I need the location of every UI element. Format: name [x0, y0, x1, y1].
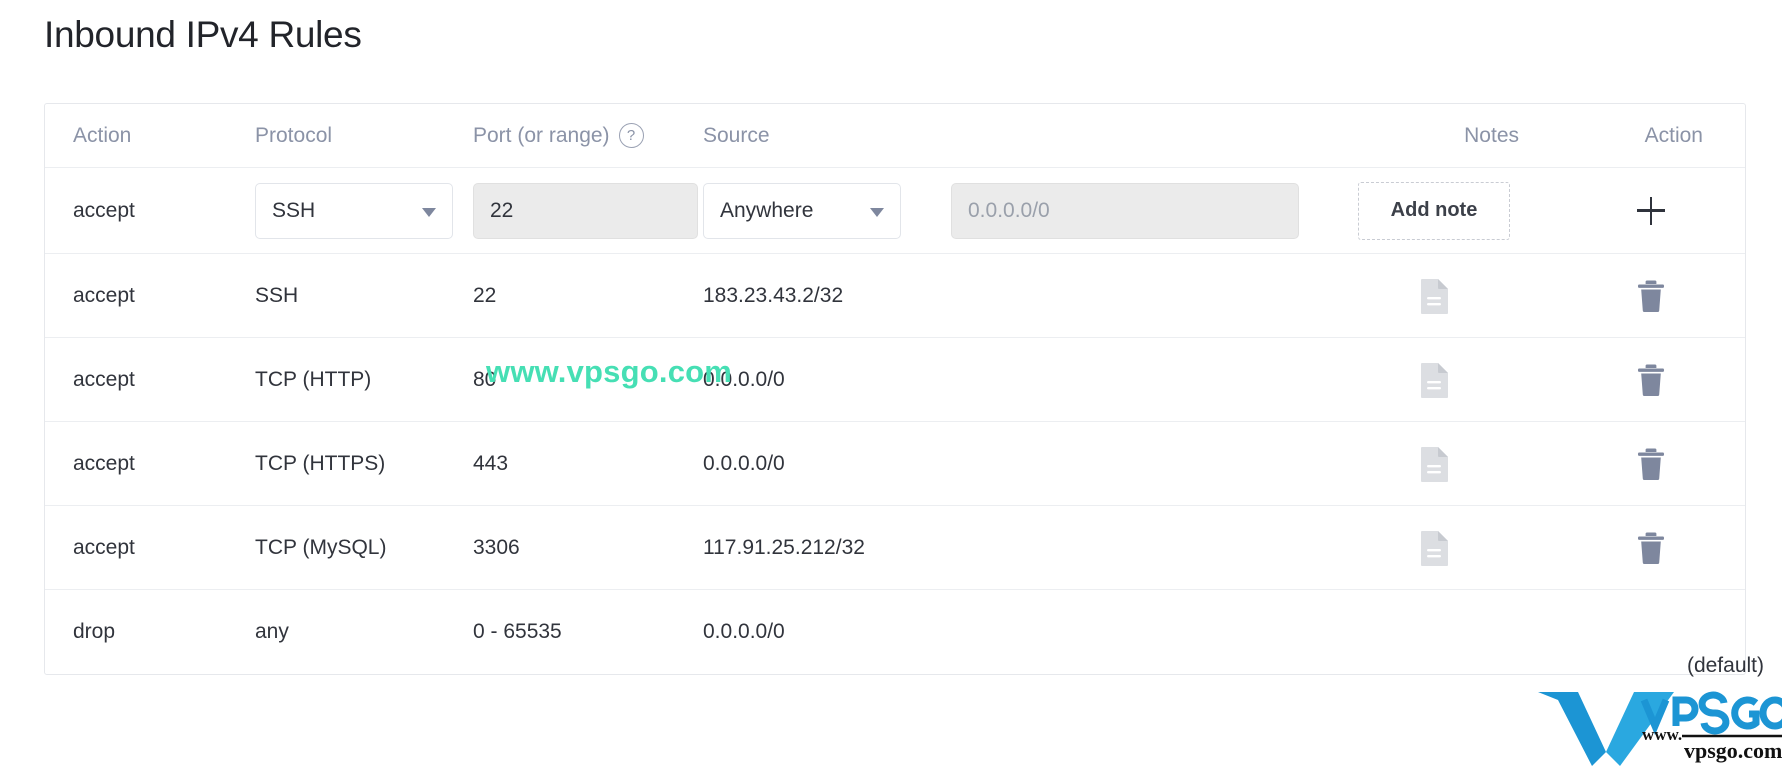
row-source-label: 0.0.0.0/0 — [703, 367, 785, 391]
row-note-cell — [1311, 278, 1557, 314]
row-delete-cell — [1557, 363, 1745, 397]
document-icon[interactable] — [1419, 446, 1449, 482]
row-source-label: 0.0.0.0/0 — [703, 620, 785, 643]
row-delete-cell — [1557, 279, 1745, 313]
add-note-button[interactable]: Add note — [1358, 181, 1510, 240]
row-protocol-label: SSH — [255, 283, 299, 307]
trash-icon[interactable] — [1636, 531, 1666, 565]
trash-icon[interactable] — [1636, 279, 1666, 313]
row-action: accept — [45, 368, 255, 392]
row-action-label: accept — [73, 451, 135, 475]
row-source-label: 117.91.25.212/32 — [703, 535, 865, 559]
row-action-label: accept — [73, 283, 135, 307]
row-source: 0.0.0.0/0 — [703, 620, 951, 644]
row-note-cell — [1311, 362, 1557, 398]
header-notes: Notes — [1311, 124, 1557, 148]
source-select-value: Anywhere — [720, 198, 814, 222]
svg-text:www.: www. — [1642, 725, 1682, 744]
new-rule-add-cell — [1557, 191, 1745, 231]
header-action-label: Action — [73, 123, 132, 147]
row-source: 0.0.0.0/0 — [703, 368, 951, 392]
port-input[interactable]: 22 — [473, 182, 698, 239]
help-circle-icon[interactable]: ? — [618, 123, 644, 148]
protocol-select-value: SSH — [272, 198, 316, 222]
trash-icon[interactable] — [1636, 363, 1666, 397]
row-protocol-label: TCP (MySQL) — [255, 535, 387, 559]
row-action-label: drop — [73, 620, 116, 643]
header-notes-label: Notes — [1464, 123, 1519, 147]
row-port-label: 3306 — [473, 535, 520, 559]
table-row: accept SSH 22 183.23.43.2/32 — [45, 254, 1745, 338]
new-rule-protocol-cell: SSH — [255, 182, 473, 239]
row-protocol: SSH — [255, 284, 473, 308]
row-port-label: 0 - 65535 — [473, 620, 562, 643]
row-port: 3306 — [473, 536, 703, 560]
header-action-right: Action — [1557, 124, 1745, 148]
new-rule-port-cell: 22 — [473, 182, 703, 239]
header-source: Source — [703, 124, 951, 148]
trash-icon[interactable] — [1636, 447, 1666, 481]
row-protocol: TCP (HTTPS) — [255, 452, 473, 476]
row-source-label: 0.0.0.0/0 — [703, 451, 785, 475]
new-rule-source-cell: Anywhere — [703, 182, 951, 239]
row-protocol-label: any — [255, 620, 289, 643]
table-row: accept TCP (HTTP) 80 0.0.0.0/0 — [45, 338, 1745, 422]
row-action: drop — [45, 620, 255, 644]
row-action-label: accept — [73, 367, 135, 391]
protocol-select[interactable]: SSH — [255, 182, 453, 239]
row-action: accept — [45, 284, 255, 308]
row-source: 0.0.0.0/0 — [703, 452, 951, 476]
row-protocol: any — [255, 620, 473, 644]
chevron-down-icon — [870, 207, 884, 217]
new-rule-row: accept SSH 22 Anywhere 0.0.0.0/0 Add not… — [45, 168, 1745, 254]
table-row: accept TCP (MySQL) 3306 117.91.25.212/32 — [45, 506, 1745, 590]
new-rule-note-cell: Add note — [1311, 181, 1557, 240]
row-port-label: 80 — [473, 367, 497, 391]
row-port-label: 443 — [473, 451, 509, 475]
row-protocol: TCP (MySQL) — [255, 536, 473, 560]
plus-icon[interactable] — [1631, 191, 1671, 231]
row-port: 80 — [473, 368, 703, 392]
header-action-right-label: Action — [1644, 123, 1703, 147]
row-action: accept — [45, 536, 255, 560]
header-protocol-label: Protocol — [255, 123, 333, 147]
document-icon[interactable] — [1419, 530, 1449, 566]
inbound-ipv4-rules-table: Action Protocol Port (or range) ? Source… — [44, 103, 1746, 675]
row-note-cell — [1311, 446, 1557, 482]
row-note-cell — [1311, 530, 1557, 566]
header-port-label: Port (or range) — [473, 123, 610, 147]
source-select[interactable]: Anywhere — [703, 182, 901, 239]
svg-text:vpsgo.com: vpsgo.com — [1684, 738, 1782, 763]
row-source-label: 183.23.43.2/32 — [703, 283, 844, 307]
row-port-label: 22 — [473, 283, 497, 307]
row-action-label: accept — [73, 535, 135, 559]
row-delete-cell — [1557, 447, 1745, 481]
table-row: accept TCP (HTTPS) 443 0.0.0.0/0 — [45, 422, 1745, 506]
page-title: Inbound IPv4 Rules — [44, 14, 362, 55]
header-action: Action — [45, 124, 255, 148]
table-row: drop any 0 - 65535 0.0.0.0/0 — [45, 590, 1745, 674]
header-port: Port (or range) ? — [473, 123, 703, 148]
row-protocol-label: TCP (HTTPS) — [255, 451, 386, 475]
row-port: 22 — [473, 284, 703, 308]
row-source: 183.23.43.2/32 — [703, 284, 951, 308]
ip-range-input[interactable]: 0.0.0.0/0 — [951, 182, 1299, 239]
document-icon[interactable] — [1419, 278, 1449, 314]
new-rule-action: accept — [45, 199, 255, 223]
row-protocol: TCP (HTTP) — [255, 368, 473, 392]
row-action: accept — [45, 452, 255, 476]
row-delete-cell — [1557, 531, 1745, 565]
row-source: 117.91.25.212/32 — [703, 536, 951, 560]
row-port: 0 - 65535 — [473, 620, 703, 644]
header-source-label: Source — [703, 123, 770, 147]
row-protocol-label: TCP (HTTP) — [255, 367, 372, 391]
document-icon[interactable] — [1419, 362, 1449, 398]
new-rule-action-label: accept — [73, 198, 135, 222]
chevron-down-icon — [422, 207, 436, 217]
row-port: 443 — [473, 452, 703, 476]
new-rule-ip-cell: 0.0.0.0/0 — [951, 182, 1311, 239]
inbound-rules-page: Inbound IPv4 Rules Action Protocol Port … — [0, 0, 1790, 770]
header-protocol: Protocol — [255, 124, 473, 148]
table-header-row: Action Protocol Port (or range) ? Source… — [45, 104, 1745, 168]
